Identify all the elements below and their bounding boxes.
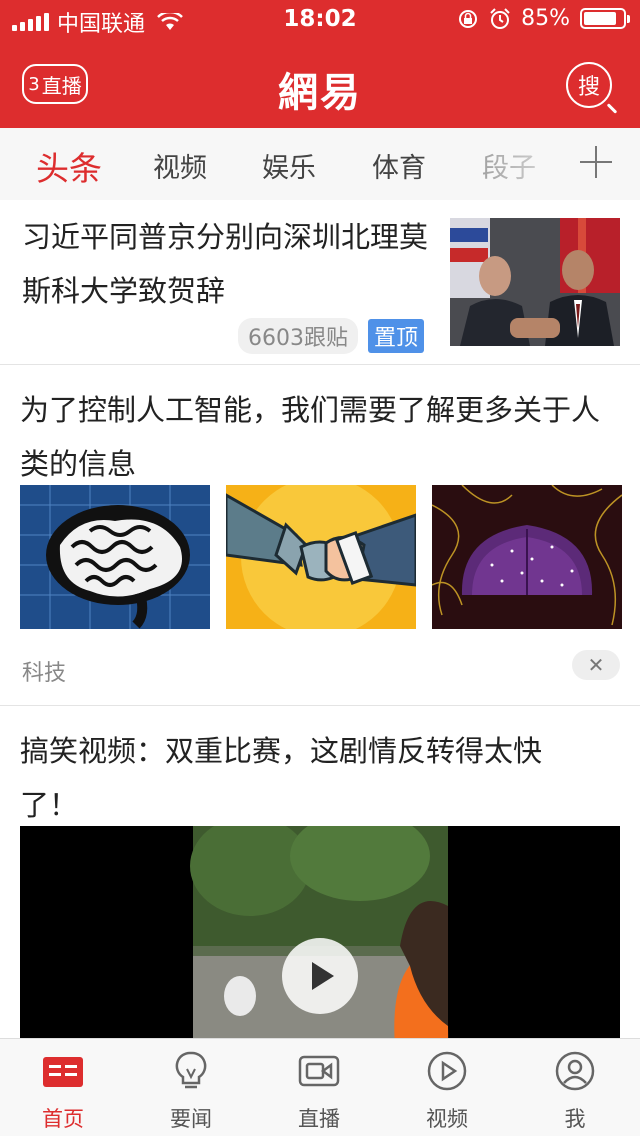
comment-count: 6603跟贴: [238, 318, 358, 354]
channel-tabs: 头条 视频 娱乐 体育 段子: [0, 128, 640, 200]
tab-video[interactable]: 视频: [153, 146, 207, 185]
battery-icon: [580, 8, 630, 29]
feed-item-pinned[interactable]: 习近平同普京分别向深圳北理莫斯科大学致贺辞 6603跟贴 置顶: [0, 200, 640, 364]
gallery-image-neurons: [432, 485, 622, 629]
search-button[interactable]: 搜: [566, 62, 612, 108]
bulb-icon: [175, 1051, 207, 1089]
tabbar-label: 要闻: [170, 1107, 212, 1131]
tab-entertainment[interactable]: 娱乐: [262, 146, 316, 185]
category-label: 科技: [22, 661, 67, 686]
netease-logo: 網易: [278, 69, 362, 116]
add-channel-icon[interactable]: [580, 146, 612, 178]
play-circle-icon: [427, 1051, 467, 1091]
tabbar-label: 视频: [426, 1107, 468, 1131]
tab-headline[interactable]: 头条: [36, 142, 102, 190]
tabbar-me[interactable]: 我: [525, 1049, 625, 1133]
user-icon: [555, 1051, 595, 1091]
bottom-tab-bar: 首页 要闻 直播 视频 我: [0, 1038, 640, 1136]
tabbar-home[interactable]: 首页: [13, 1049, 113, 1133]
tabbar-label: 直播: [298, 1107, 340, 1131]
feed-item-gallery[interactable]: 为了控制人工智能，我们需要了解更多关于人类的信息 科技 ✕: [0, 365, 640, 706]
article-title: 为了控制人工智能，我们需要了解更多关于人类的信息: [20, 393, 601, 481]
tabbar-video[interactable]: 视频: [397, 1049, 497, 1133]
close-icon[interactable]: ✕: [572, 650, 620, 680]
search-label: 搜: [577, 75, 600, 100]
pinned-badge: 置顶: [368, 319, 425, 353]
status-bar: 中国联通 18:02 85%: [0, 0, 640, 40]
tab-sports[interactable]: 体育: [372, 146, 426, 185]
play-icon[interactable]: [308, 960, 338, 992]
feed-item-video[interactable]: 搞笑视频：双重比赛，这剧情反转得太快了！: [0, 706, 640, 1038]
video-player[interactable]: [20, 826, 620, 1038]
gallery-image-brain: [20, 485, 210, 629]
alarm-icon: [490, 7, 510, 29]
tabbar-live[interactable]: 直播: [269, 1049, 369, 1133]
article-title: 搞笑视频：双重比赛，这剧情反转得太快了！: [20, 734, 543, 822]
tabbar-label: 首页: [42, 1107, 84, 1131]
rotation-lock-icon: [459, 9, 478, 28]
article-thumbnail: [450, 218, 620, 346]
article-title: 习近平同普京分别向深圳北理莫斯科大学致贺辞: [22, 220, 429, 308]
camera-icon: [298, 1055, 340, 1087]
gallery-image-handshake: [226, 485, 416, 629]
battery-percent: 85%: [521, 6, 570, 31]
news-feed[interactable]: 习近平同普京分别向深圳北理莫斯科大学致贺辞 6603跟贴 置顶 为了控制人工智能…: [0, 200, 640, 1038]
news-icon: [43, 1057, 83, 1087]
tabbar-top-news[interactable]: 要闻: [141, 1049, 241, 1133]
tabbar-label: 我: [564, 1107, 586, 1131]
tab-fade: [470, 128, 570, 200]
